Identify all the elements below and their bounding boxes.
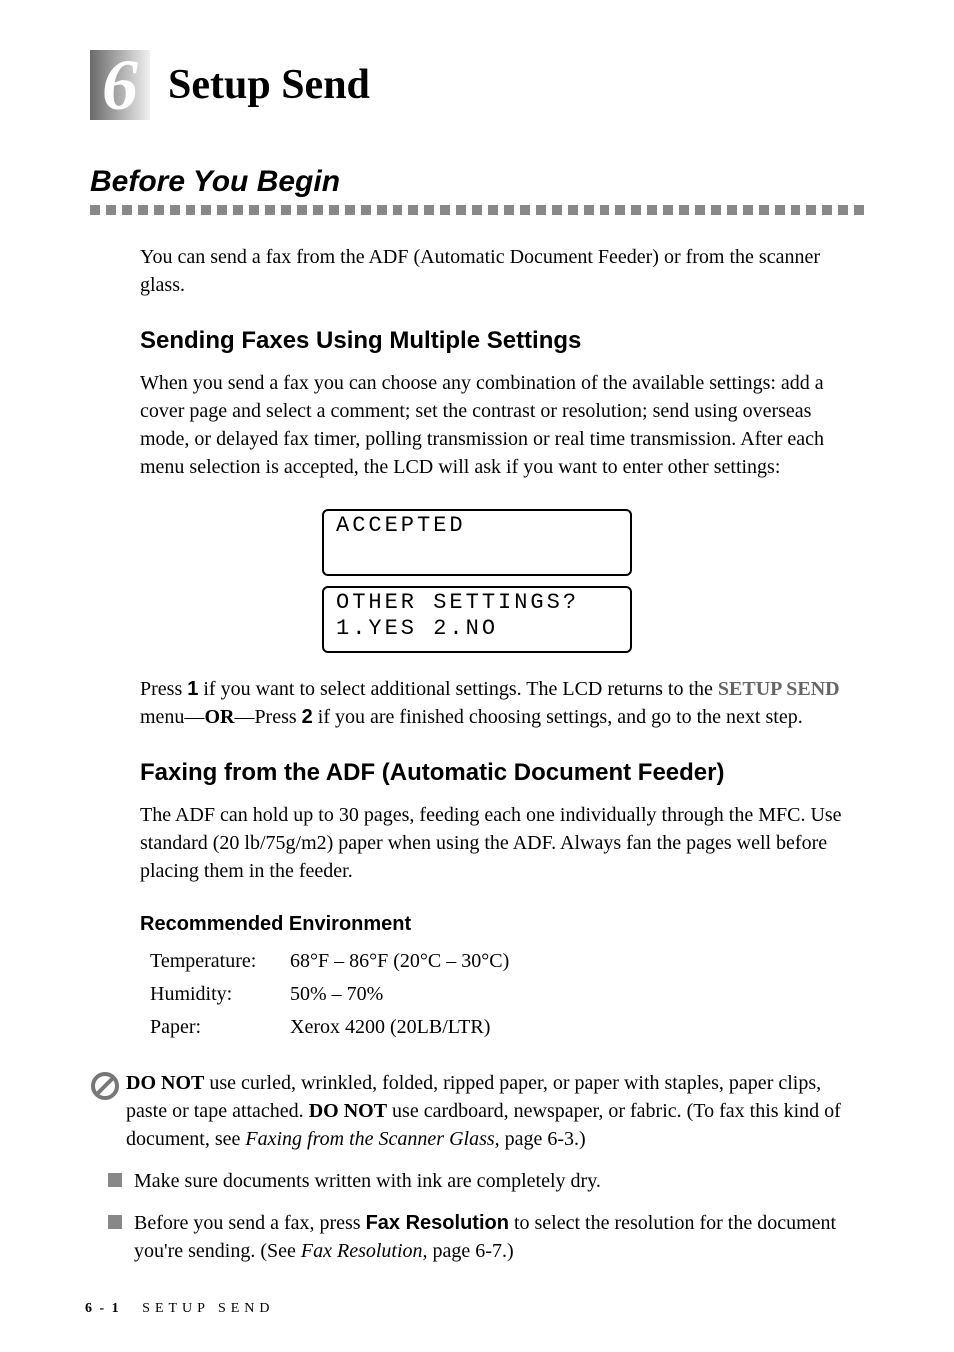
prohibition-icon (90, 1071, 120, 1153)
env-temperature-row: Temperature: 68°F – 86°F (20°C – 30°C) (150, 950, 864, 973)
env-humidity-row: Humidity: 50% – 70% (150, 983, 864, 1006)
env-humidity-label: Humidity: (150, 983, 290, 1006)
section-divider (90, 205, 864, 215)
chapter-header: 6 Setup Send (90, 50, 864, 120)
lcd-other-settings: OTHER SETTINGS? 1.YES 2.NO (322, 586, 632, 653)
crossref-fax-resolution: Fax Resolution (301, 1240, 423, 1262)
bullet-ink-dry: Make sure documents written with ink are… (108, 1167, 864, 1195)
bullet-ink-text: Make sure documents written with ink are… (134, 1167, 601, 1195)
env-paper-label: Paper: (150, 1016, 290, 1039)
chapter-title: Setup Send (168, 61, 370, 109)
footer-section-name: SETUP SEND (142, 1301, 274, 1316)
env-paper-value: Xerox 4200 (20LB/LTR) (290, 1016, 490, 1039)
crossref-scanner-glass: Faxing from the Scanner Glass (245, 1128, 494, 1150)
subsection-adf-text: The ADF can hold up to 30 pages, feeding… (140, 801, 864, 885)
chapter-number: 6 (102, 49, 138, 121)
env-temp-value: 68°F – 86°F (20°C – 30°C) (290, 950, 509, 973)
fax-resolution-key: Fax Resolution (366, 1212, 509, 1234)
lcd-other-line2: 1.YES 2.NO (336, 616, 618, 642)
section-title: Before You Begin (90, 165, 864, 199)
key-1: 1 (187, 678, 198, 700)
bullet-icon (108, 1173, 122, 1187)
footer-page-number: 6 - 1 (85, 1301, 121, 1316)
key-2: 2 (302, 706, 313, 728)
subsection-multiple-settings-text: When you send a fax you can choose any c… (140, 369, 864, 481)
environment-table: Temperature: 68°F – 86°F (20°C – 30°C) H… (150, 950, 864, 1039)
section-intro: You can send a fax from the ADF (Automat… (140, 243, 864, 299)
bullet-fax-text: Before you send a fax, press Fax Resolut… (134, 1209, 864, 1265)
bullet-fax-resolution: Before you send a fax, press Fax Resolut… (108, 1209, 864, 1265)
warning-text: DO NOT use curled, wrinkled, folded, rip… (126, 1069, 864, 1153)
bullet-icon (108, 1215, 122, 1229)
subsection-adf-title: Faxing from the ADF (Automatic Document … (140, 759, 864, 787)
warning-block: DO NOT use curled, wrinkled, folded, rip… (90, 1069, 864, 1153)
lcd-display-group: ACCEPTED OTHER SETTINGS? 1.YES 2.NO (90, 509, 864, 653)
env-humidity-value: 50% – 70% (290, 983, 383, 1006)
lcd-accepted-text: ACCEPTED (336, 513, 618, 539)
press-instructions: Press 1 if you want to select additional… (140, 675, 864, 731)
subsection-multiple-settings-title: Sending Faxes Using Multiple Settings (140, 327, 864, 355)
env-paper-row: Paper: Xerox 4200 (20LB/LTR) (150, 1016, 864, 1039)
lcd-accepted: ACCEPTED (322, 509, 632, 576)
page-footer: 6 - 1 SETUP SEND (85, 1301, 275, 1317)
recommended-environment-title: Recommended Environment (140, 913, 864, 936)
lcd-other-line1: OTHER SETTINGS? (336, 590, 618, 616)
chapter-number-box: 6 (90, 50, 150, 120)
env-temp-label: Temperature: (150, 950, 290, 973)
setup-send-menu: SETUP SEND (718, 678, 840, 700)
